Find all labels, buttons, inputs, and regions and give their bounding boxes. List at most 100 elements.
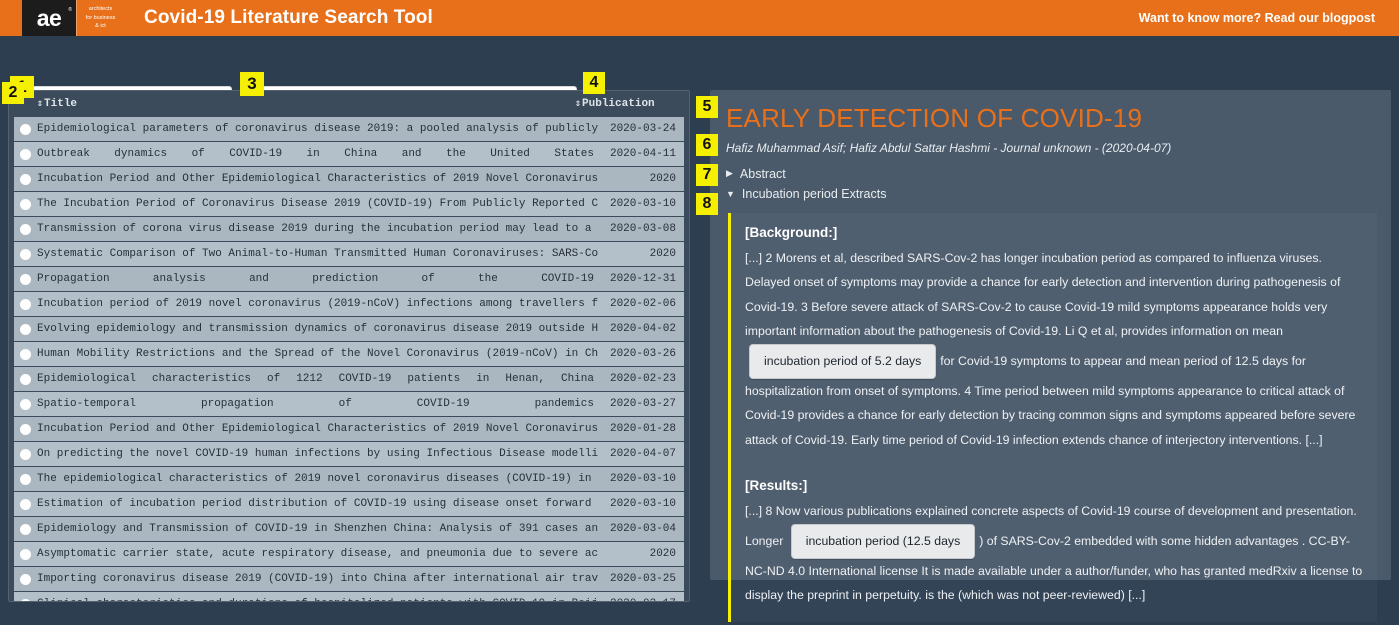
row-publication-date: 2020-03-10: [609, 473, 676, 485]
row-select-radio[interactable]: [20, 273, 31, 285]
table-row[interactable]: Incubation Period and Other Epidemiologi…: [14, 167, 684, 191]
row-publication-date: 2020: [649, 173, 676, 185]
table-header-row: ⇕Title ⇕Publication: [9, 91, 689, 117]
registered-trademark-icon: ®: [68, 7, 72, 13]
row-publication-date: 2020-02-23: [609, 373, 676, 385]
row-publication-date: 2020-04-11: [609, 148, 676, 160]
table-row[interactable]: Incubation period of 2019 novel coronavi…: [14, 292, 684, 316]
table-row[interactable]: Clinical characteristics and durations o…: [14, 592, 684, 601]
column-header-title-label: Title: [44, 98, 78, 110]
extracts-label: Incubation period Extracts: [741, 186, 887, 201]
row-select-radio[interactable]: [20, 598, 31, 601]
app-header: ae ® architects for business & ict Covid…: [0, 0, 1399, 36]
row-title: Propagation analysis and prediction of t…: [37, 273, 594, 285]
table-row[interactable]: Asymptomatic carrier state, acute respir…: [14, 542, 684, 566]
extract-section-heading: [Results:]: [745, 478, 808, 494]
row-publication-date: 2020-01-28: [609, 423, 676, 435]
table-row[interactable]: Propagation analysis and prediction of t…: [14, 267, 684, 291]
table-row[interactable]: On predicting the novel COVID-19 human i…: [14, 442, 684, 466]
row-publication-date: 2020-03-10: [609, 198, 676, 210]
row-select-radio[interactable]: [20, 148, 31, 160]
row-select-radio[interactable]: [20, 498, 31, 510]
table-row[interactable]: Evolving epidemiology and transmission d…: [14, 317, 684, 341]
annotation-marker-2: 2: [2, 82, 24, 104]
page-title: Covid-19 Literature Search Tool: [144, 7, 433, 28]
row-title: The Incubation Period of Coronavirus Dis…: [37, 198, 598, 210]
row-publication-date: 2020-03-27: [609, 398, 676, 410]
column-header-title[interactable]: ⇕Title: [15, 98, 575, 110]
row-title: Epidemiological parameters of coronaviru…: [37, 123, 598, 135]
annotation-marker-4: 4: [583, 72, 605, 94]
table-row[interactable]: Systematic Comparison of Two Animal-to-H…: [14, 242, 684, 266]
table-row[interactable]: Transmission of corona virus disease 201…: [14, 217, 684, 241]
row-select-radio[interactable]: [20, 298, 31, 310]
row-title: Outbreak dynamics of COVID-19 in China a…: [37, 148, 594, 160]
annotation-marker-7: 7: [696, 164, 718, 186]
row-select-radio[interactable]: [20, 348, 31, 360]
chevron-right-icon[interactable]: ▶: [726, 168, 733, 179]
row-select-radio[interactable]: [20, 473, 31, 485]
search-term-highlight: incubation period of 5.2 days: [749, 343, 937, 379]
row-title: Incubation Period and Other Epidemiologi…: [37, 173, 598, 185]
table-row[interactable]: The Incubation Period of Coronavirus Dis…: [14, 192, 684, 216]
document-detail-panel: EARLY DETECTION OF COVID-19 Hafiz Muhamm…: [710, 90, 1391, 622]
row-select-radio[interactable]: [20, 223, 31, 235]
row-publication-date: 2020-03-17: [598, 598, 684, 601]
row-select-radio[interactable]: [20, 423, 31, 435]
logo-tagline-line-1: architects: [88, 6, 113, 13]
row-publication-date: 2020-03-25: [609, 573, 676, 585]
row-select-radio[interactable]: [20, 173, 31, 185]
annotation-marker-3: 3: [240, 72, 264, 96]
row-title: Evolving epidemiology and transmission d…: [37, 323, 598, 335]
row-publication-date: 2020-03-04: [609, 523, 676, 535]
filter-bar: 1 Incubation period × 3 Add additional f…: [0, 36, 1399, 116]
sort-icon[interactable]: ⇕: [37, 99, 43, 110]
row-select-radio[interactable]: [20, 548, 31, 560]
table-row[interactable]: Human Mobility Restrictions and the Spre…: [14, 342, 684, 366]
abstract-label: Abstract: [739, 166, 786, 181]
column-header-publication[interactable]: ⇕Publication: [575, 98, 683, 110]
row-select-radio[interactable]: [20, 523, 31, 535]
row-publication-date: 2020: [649, 248, 676, 260]
table-row[interactable]: The epidemiological characteristics of 2…: [14, 467, 684, 491]
row-select-radio[interactable]: [20, 573, 31, 585]
ae-logo-mark: ae ®: [22, 0, 76, 36]
extracts-disclosure-toggle[interactable]: ▼ Incubation period Extracts: [726, 187, 1377, 201]
document-title: EARLY DETECTION OF COVID-19: [726, 103, 1143, 133]
extracts-content: [Background:] [...] 2 Morens et al, descr…: [728, 212, 1377, 622]
row-title: Epidemiology and Transmission of COVID-1…: [37, 523, 598, 535]
row-publication-date: 2020-03-24: [609, 123, 676, 135]
chevron-down-icon[interactable]: ▼: [726, 189, 735, 199]
table-row[interactable]: Estimation of incubation period distribu…: [14, 492, 684, 516]
row-select-radio[interactable]: [20, 123, 31, 135]
table-row[interactable]: Outbreak dynamics of COVID-19 in China a…: [14, 142, 684, 166]
row-publication-date: 2020-12-31: [609, 273, 676, 285]
row-select-radio[interactable]: [20, 373, 31, 385]
blogpost-link[interactable]: Want to know more? Read our blogpost: [1139, 11, 1375, 25]
company-logo: ae ® architects for business & ict: [22, 0, 126, 36]
table-row[interactable]: Epidemiological parameters of coronaviru…: [14, 117, 684, 141]
row-select-radio[interactable]: [20, 323, 31, 335]
abstract-disclosure-toggle[interactable]: ▶ Abstract: [726, 167, 1377, 181]
row-select-radio[interactable]: [20, 448, 31, 460]
table-row[interactable]: Spatio-temporal propagation of COVID-19 …: [14, 392, 684, 416]
row-title: Clinical characteristics and durations o…: [37, 598, 598, 601]
table-body: Epidemiological parameters of coronaviru…: [9, 117, 689, 601]
row-select-radio[interactable]: [20, 248, 31, 260]
table-row[interactable]: Epidemiological characteristics of 1212 …: [14, 367, 684, 391]
table-row[interactable]: Incubation Period and Other Epidemiologi…: [14, 417, 684, 441]
row-title: On predicting the novel COVID-19 human i…: [37, 448, 598, 460]
row-title: Spatio-temporal propagation of COVID-19 …: [37, 398, 594, 410]
extract-section-body: [...] 2 Morens et al, described SARS-Cov…: [745, 250, 1356, 447]
row-publication-date: 2020-03-10: [609, 498, 676, 510]
row-title: Estimation of incubation period distribu…: [37, 498, 598, 510]
table-row[interactable]: Epidemiology and Transmission of COVID-1…: [14, 517, 684, 541]
row-select-radio[interactable]: [20, 198, 31, 210]
row-title: Asymptomatic carrier state, acute respir…: [37, 548, 598, 560]
results-table[interactable]: ⇕Title ⇕Publication Epidemiological para…: [8, 90, 690, 602]
annotation-marker-8: 8: [696, 193, 718, 215]
row-select-radio[interactable]: [20, 398, 31, 410]
table-row[interactable]: Importing coronavirus disease 2019 (COVI…: [14, 567, 684, 591]
sort-icon[interactable]: ⇕: [575, 99, 581, 110]
